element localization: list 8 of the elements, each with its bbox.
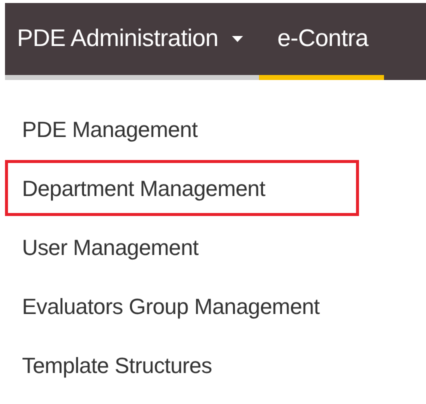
nav-menu-item[interactable]: PDE Administration [17, 3, 260, 75]
menu-item[interactable]: User Management [5, 219, 216, 275]
menu-item[interactable]: Template Structures [5, 337, 229, 393]
menu-item[interactable]: Evaluators Group Management [5, 278, 337, 334]
menu-item[interactable]: Department Management [5, 160, 359, 216]
menu-item[interactable]: PDE Management [5, 101, 215, 157]
nav-menu-item[interactable]: e-Contra [259, 3, 384, 75]
caret-icon [232, 36, 244, 42]
